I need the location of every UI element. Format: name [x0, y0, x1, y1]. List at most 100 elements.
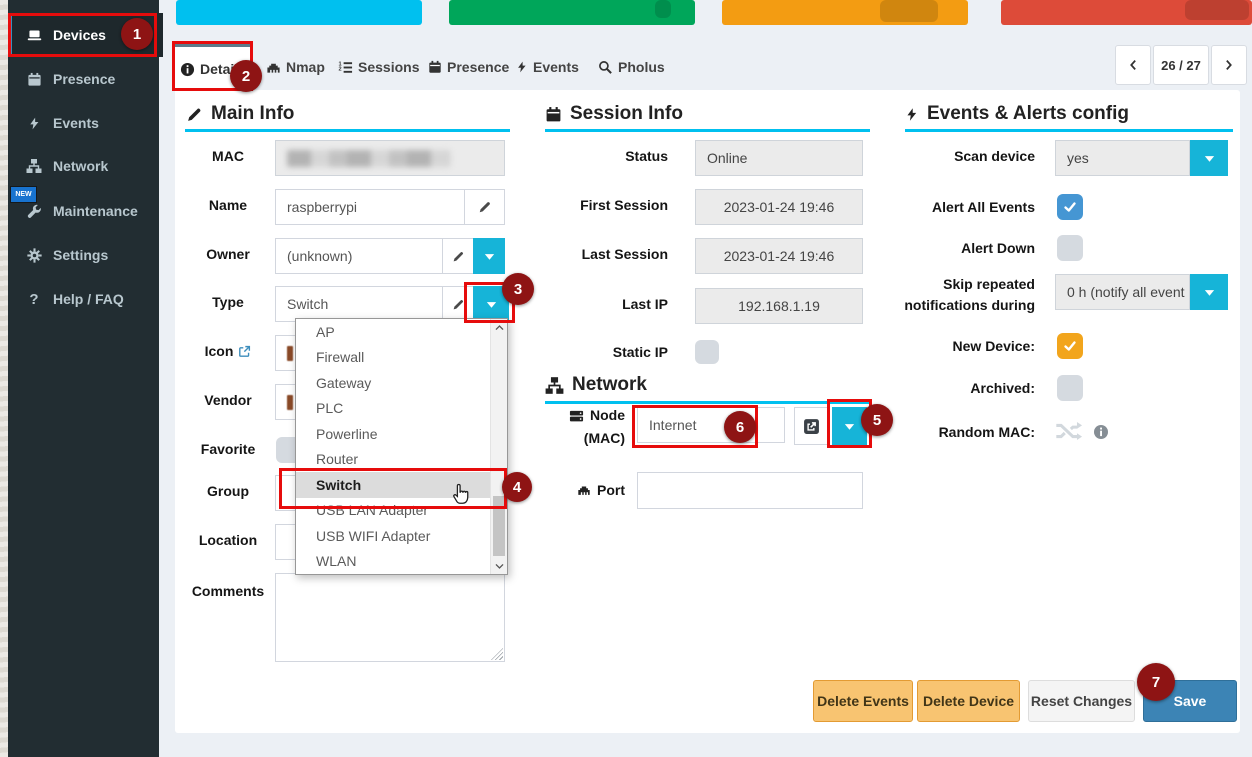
scroll-down-icon[interactable] [491, 557, 508, 574]
info-icon[interactable] [1093, 424, 1109, 440]
type-option-highlighted[interactable]: Switch [296, 472, 507, 498]
sidebar-item-devices[interactable]: Devices [8, 13, 163, 57]
owner-edit-button[interactable] [442, 238, 474, 274]
pencil-icon [186, 106, 203, 123]
sidebar-item-label: Events [53, 115, 99, 131]
type-option[interactable]: Firewall [296, 345, 507, 371]
events-alerts-underline [905, 129, 1233, 132]
calendar-icon [545, 106, 562, 123]
sidebar-item-settings[interactable]: Settings [8, 233, 159, 277]
skip-repeated-label: Skip repeated notifications during [850, 274, 1035, 316]
scrollbar-thumb[interactable] [493, 496, 505, 556]
tab-label: Nmap [286, 59, 325, 75]
summary-tile-red[interactable] [1001, 0, 1252, 25]
archived-checkbox[interactable] [1057, 375, 1083, 401]
skip-repeated-dropdown-button[interactable] [1190, 274, 1228, 310]
skip-repeated-select[interactable]: 0 h (notify all event [1055, 274, 1190, 310]
name-input[interactable]: raspberrypi [275, 189, 465, 225]
summary-tile-orange[interactable] [722, 0, 968, 25]
info-circle-icon [180, 62, 195, 77]
list-ol-icon: 12 [338, 60, 353, 75]
location-label: Location [178, 532, 278, 548]
port-input[interactable] [637, 472, 863, 509]
tab-label: Events [533, 59, 579, 75]
caret-down-icon [485, 298, 498, 311]
type-option[interactable]: USB WIFI Adapter [296, 523, 507, 549]
owner-input[interactable]: (unknown) [275, 238, 443, 274]
type-option[interactable]: Router [296, 447, 507, 473]
reset-changes-button[interactable]: Reset Changes [1028, 680, 1135, 722]
pencil-icon [478, 200, 492, 214]
scan-device-dropdown-button[interactable] [1190, 140, 1228, 176]
type-option[interactable]: Gateway [296, 370, 507, 396]
gear-icon [25, 247, 43, 263]
delete-events-button[interactable]: Delete Events [813, 680, 913, 722]
external-link-square-icon [803, 418, 820, 435]
tab-nmap[interactable]: Nmap [266, 53, 325, 81]
tab-events[interactable]: Events [516, 53, 579, 81]
tab-presence[interactable]: Presence [428, 53, 509, 81]
sidebar: Devices Presence Events Network Maintena… [8, 0, 159, 757]
last-ip-label: Last IP [500, 296, 668, 312]
sidebar-item-help[interactable]: ? Help / FAQ [8, 277, 159, 321]
group-label: Group [178, 483, 278, 499]
scroll-up-icon[interactable] [491, 319, 508, 336]
sidebar-item-label: Help / FAQ [53, 291, 124, 307]
external-link-icon[interactable] [238, 345, 251, 358]
mac-field [275, 140, 505, 176]
calendar-icon [428, 60, 442, 74]
summary-tile-green[interactable] [449, 0, 695, 25]
status-field: Online [695, 140, 863, 176]
tab-sessions[interactable]: 12 Sessions [338, 53, 419, 81]
calendar-icon [25, 71, 43, 87]
alert-down-checkbox[interactable] [1057, 235, 1083, 261]
tab-label: Details [200, 61, 246, 77]
new-device-checkbox[interactable] [1057, 333, 1083, 359]
summary-tile-cyan[interactable] [176, 0, 422, 25]
scan-device-select[interactable]: yes [1055, 140, 1190, 176]
alert-all-events-checkbox[interactable] [1057, 194, 1083, 220]
clipped-icon-value [287, 346, 293, 361]
events-alerts-header: Events & Alerts config [905, 103, 1129, 125]
shuffle-icon [1053, 420, 1085, 442]
sidebar-item-network[interactable]: Network [8, 144, 159, 188]
tab-details[interactable]: Details [173, 44, 253, 91]
tab-label: Presence [447, 59, 509, 75]
sidebar-item-events[interactable]: Events [8, 101, 159, 145]
node-mac-input[interactable]: Internet [637, 407, 785, 443]
chevron-right-icon [1223, 58, 1235, 72]
new-badge: NEW [10, 186, 37, 203]
pager-next-button[interactable] [1211, 45, 1247, 85]
resize-grip-icon[interactable] [491, 648, 503, 660]
delete-device-button[interactable]: Delete Device [917, 680, 1020, 722]
chevron-left-icon [1127, 58, 1139, 72]
type-option[interactable]: WLAN [296, 549, 507, 575]
pager-counter: 26 / 27 [1153, 45, 1209, 85]
type-option[interactable]: Powerline [296, 421, 507, 447]
sidebar-item-presence[interactable]: Presence [8, 57, 159, 101]
tab-pholus[interactable]: Pholus [598, 53, 665, 81]
type-option[interactable]: USB LAN Adapter [296, 498, 507, 524]
scan-device-label: Scan device [850, 148, 1035, 164]
type-option[interactable]: PLC [296, 396, 507, 422]
node-open-button[interactable] [794, 407, 829, 445]
static-ip-label: Static IP [500, 344, 668, 360]
archived-label: Archived: [850, 380, 1035, 396]
new-device-label: New Device: [850, 338, 1035, 354]
static-ip-checkbox[interactable] [695, 340, 719, 364]
network-underline [545, 401, 870, 404]
sidebar-item-label: Presence [53, 71, 115, 87]
save-button[interactable]: Save [1143, 680, 1237, 722]
last-session-label: Last Session [500, 246, 668, 262]
sidebar-item-label: Devices [53, 27, 106, 43]
comments-textarea[interactable] [275, 573, 505, 662]
dropdown-scrollbar[interactable] [490, 319, 507, 574]
type-option[interactable]: AP [296, 319, 507, 345]
tab-label: Sessions [358, 59, 419, 75]
type-input[interactable]: Switch [275, 286, 443, 322]
first-session-label: First Session [500, 197, 668, 213]
name-edit-button[interactable] [464, 189, 505, 225]
pager-prev-button[interactable] [1115, 45, 1151, 85]
bolt-icon [905, 106, 919, 123]
type-edit-button[interactable] [442, 286, 474, 322]
